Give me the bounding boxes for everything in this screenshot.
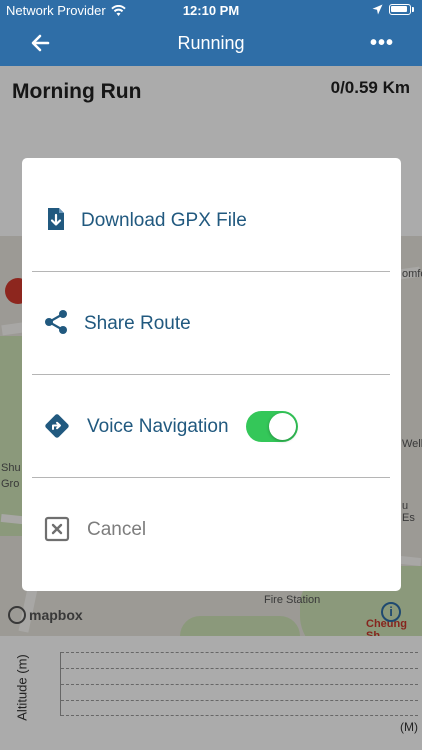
nav-bar: Running ••• (0, 22, 422, 66)
location-arrow-icon (372, 4, 383, 15)
more-options-icon[interactable]: ••• (370, 32, 394, 55)
directions-icon (45, 414, 69, 438)
battery-icon (389, 4, 411, 15)
action-dialog: Download GPX File Share Route Voice Navi… (22, 158, 401, 591)
share-icon (45, 310, 67, 334)
nav-title: Running (177, 33, 245, 53)
download-gpx-label: Download GPX File (81, 210, 247, 231)
toggle-knob (269, 413, 296, 440)
download-file-icon (48, 208, 64, 230)
download-gpx-button[interactable]: Download GPX File (22, 168, 401, 271)
voice-navigation-toggle[interactable] (246, 411, 298, 442)
voice-navigation-row: Voice Navigation (22, 375, 401, 478)
cancel-button[interactable]: Cancel (22, 478, 401, 581)
status-bar: Network Provider 12:10 PM (0, 0, 422, 22)
status-time: 12:10 PM (182, 3, 240, 18)
cancel-label: Cancel (87, 519, 147, 540)
close-box-icon (44, 516, 70, 542)
voice-navigation-label: Voice Navigation (87, 416, 229, 437)
share-route-label: Share Route (84, 313, 191, 334)
share-route-button[interactable]: Share Route (22, 272, 401, 375)
status-right (372, 4, 414, 15)
battery-tip (412, 7, 414, 12)
